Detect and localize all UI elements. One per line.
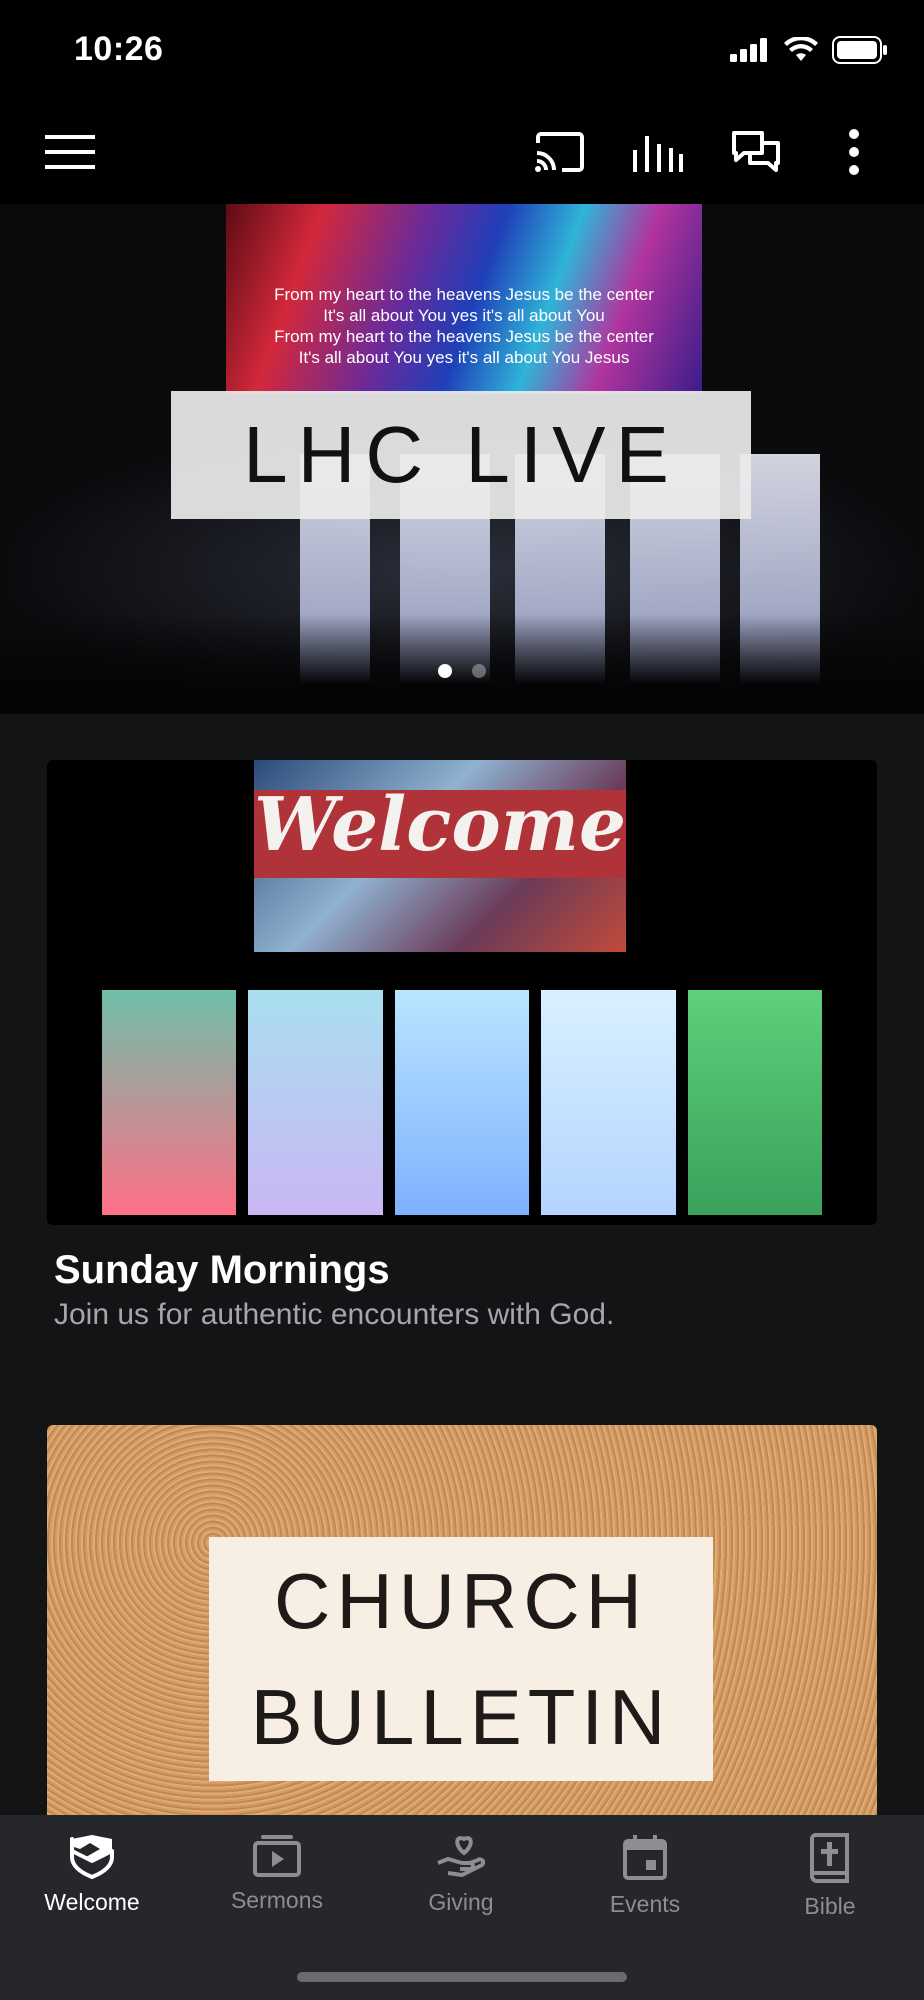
audio-bars-icon xyxy=(633,136,683,172)
calendar-icon xyxy=(623,1835,667,1880)
lyric-line: From my heart to the heavens Jesus be th… xyxy=(274,285,654,304)
welcome-screen: Welcome xyxy=(254,760,626,952)
jesus-letters-decoration xyxy=(102,990,823,1215)
lyric-line: It's all about You yes it's all about Yo… xyxy=(323,306,605,325)
church-bulletin-card-image[interactable]: CHURCH BULLETIN xyxy=(47,1425,877,1817)
chat-button[interactable] xyxy=(726,122,786,182)
bottom-tab-bar: Welcome Sermons Giving Events Bible xyxy=(0,1815,924,2000)
carousel-dot-active[interactable] xyxy=(438,664,452,678)
status-icons xyxy=(730,36,888,64)
more-vert-icon xyxy=(849,129,859,175)
bulletin-line: CHURCH xyxy=(274,1557,648,1645)
status-time: 10:26 xyxy=(74,30,164,68)
tab-welcome[interactable]: Welcome xyxy=(17,1833,167,1943)
card-title[interactable]: Sunday Mornings xyxy=(54,1248,390,1293)
chat-icon xyxy=(732,131,780,172)
bible-book-icon xyxy=(810,1833,849,1883)
hero-banner[interactable]: From my heart to the heavens Jesus be th… xyxy=(0,204,924,714)
lyrics-screen: From my heart to the heavens Jesus be th… xyxy=(226,204,702,394)
sunday-mornings-card-image[interactable]: Welcome xyxy=(47,760,877,1225)
tab-label: Sermons xyxy=(230,1887,324,1913)
lyric-line: From my heart to the heavens Jesus be th… xyxy=(274,327,654,346)
tab-label: Giving xyxy=(428,1889,494,1915)
wifi-icon xyxy=(784,37,818,61)
welcome-image-text: Welcome xyxy=(254,782,627,868)
audio-button[interactable] xyxy=(627,122,687,182)
cast-button[interactable] xyxy=(530,122,590,182)
carousel-dot[interactable] xyxy=(472,664,486,678)
heart-hand-icon xyxy=(437,1836,486,1877)
more-button[interactable] xyxy=(824,122,884,182)
bulletin-line: BULLETIN xyxy=(250,1673,672,1761)
bulletin-label-box: CHURCH BULLETIN xyxy=(209,1537,713,1781)
lyrics-text: From my heart to the heavens Jesus be th… xyxy=(226,284,702,368)
handshake-shield-icon xyxy=(70,1835,114,1879)
tab-label: Welcome xyxy=(44,1889,140,1915)
tab-label: Events xyxy=(609,1891,681,1917)
cast-icon xyxy=(535,132,584,172)
status-bar: 10:26 xyxy=(0,0,924,100)
hero-title-box: LHC LIVE xyxy=(171,391,751,519)
app-bar xyxy=(0,100,924,204)
hero-title: LHC LIVE xyxy=(243,410,679,499)
cellular-signal-icon xyxy=(730,38,767,62)
card-subtitle: Join us for authentic encounters with Go… xyxy=(54,1298,615,1331)
home-indicator[interactable] xyxy=(297,1972,627,1982)
tab-giving[interactable]: Giving xyxy=(386,1833,536,1943)
battery-icon xyxy=(832,36,887,64)
tab-events[interactable]: Events xyxy=(570,1833,720,1943)
video-library-icon xyxy=(253,1835,301,1877)
menu-icon xyxy=(45,135,95,169)
menu-button[interactable] xyxy=(40,122,100,182)
tab-sermons[interactable]: Sermons xyxy=(202,1833,352,1943)
tab-bible[interactable]: Bible xyxy=(755,1833,905,1943)
lyric-line: It's all about You yes it's all about Yo… xyxy=(298,348,630,367)
tab-label: Bible xyxy=(804,1893,856,1919)
carousel-dots xyxy=(0,664,924,678)
